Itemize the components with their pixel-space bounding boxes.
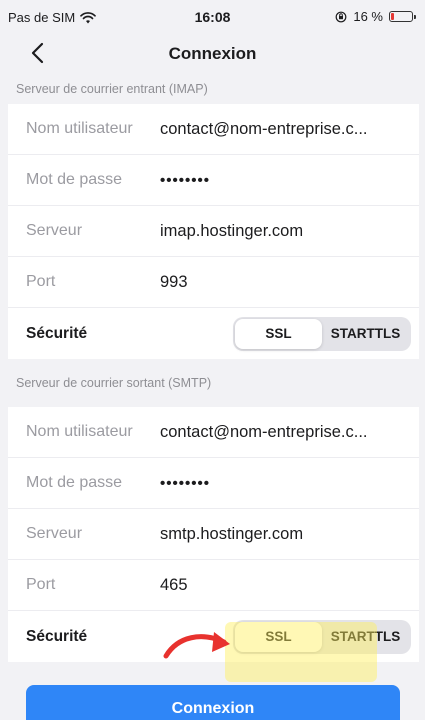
- imap-security-option-ssl[interactable]: SSL: [235, 318, 322, 349]
- smtp-server-field[interactable]: smtp.hostinger.com: [160, 525, 303, 544]
- status-bar: Pas de SIM 16:08 16 %: [0, 0, 425, 34]
- imap-server-label: Serveur: [26, 222, 83, 239]
- imap-server-field[interactable]: imap.hostinger.com: [160, 222, 303, 241]
- imap-password-row[interactable]: Mot de passe ••••••••: [8, 155, 419, 206]
- imap-security-row: Sécurité SSL STARTTLS: [8, 308, 419, 359]
- smtp-username-label: Nom utilisateur: [26, 423, 133, 440]
- smtp-server-row[interactable]: Serveur smtp.hostinger.com: [8, 509, 419, 560]
- connect-button[interactable]: Connexion: [26, 685, 400, 720]
- smtp-port-field[interactable]: 465: [160, 576, 188, 595]
- smtp-password-label: Mot de passe: [26, 474, 123, 491]
- imap-port-label: Port: [26, 273, 56, 290]
- imap-username-field[interactable]: contact@nom-entreprise.c...: [160, 120, 368, 139]
- imap-password-label: Mot de passe: [26, 171, 123, 188]
- smtp-server-label: Serveur: [26, 525, 83, 542]
- smtp-port-label: Port: [26, 576, 56, 593]
- imap-security-label: Sécurité: [26, 324, 88, 342]
- smtp-username-row[interactable]: Nom utilisateur contact@nom-entreprise.c…: [8, 407, 419, 458]
- imap-password-field[interactable]: ••••••••: [160, 172, 210, 189]
- navigation-bar: Connexion: [0, 34, 425, 74]
- smtp-password-row[interactable]: Mot de passe ••••••••: [8, 458, 419, 509]
- imap-security-segmented-control[interactable]: SSL STARTTLS: [233, 316, 411, 351]
- annotation-arrow-icon: [163, 632, 230, 659]
- battery-percent: 16 %: [353, 9, 383, 24]
- battery-indicator: 16 %: [335, 9, 416, 24]
- battery-icon: [389, 11, 416, 22]
- imap-username-row[interactable]: Nom utilisateur contact@nom-entreprise.c…: [8, 104, 419, 155]
- page-title: Connexion: [168, 44, 257, 63]
- imap-server-row[interactable]: Serveur imap.hostinger.com: [8, 206, 419, 257]
- imap-section-header: Serveur de courrier entrant (IMAP): [8, 74, 419, 104]
- battery-level-fill: [391, 13, 394, 20]
- smtp-security-label: Sécurité: [26, 627, 88, 645]
- smtp-section-header: Serveur de courrier sortant (SMTP): [8, 359, 419, 407]
- imap-port-row[interactable]: Port 993: [8, 257, 419, 308]
- smtp-username-field[interactable]: contact@nom-entreprise.c...: [160, 423, 368, 442]
- imap-username-label: Nom utilisateur: [26, 120, 133, 137]
- annotation-highlight: [225, 622, 377, 682]
- imap-security-option-starttls[interactable]: STARTTLS: [322, 319, 409, 349]
- smtp-password-field[interactable]: ••••••••: [160, 475, 210, 492]
- imap-port-field[interactable]: 993: [160, 273, 188, 292]
- orientation-lock-icon: [335, 11, 347, 22]
- smtp-port-row[interactable]: Port 465: [8, 560, 419, 611]
